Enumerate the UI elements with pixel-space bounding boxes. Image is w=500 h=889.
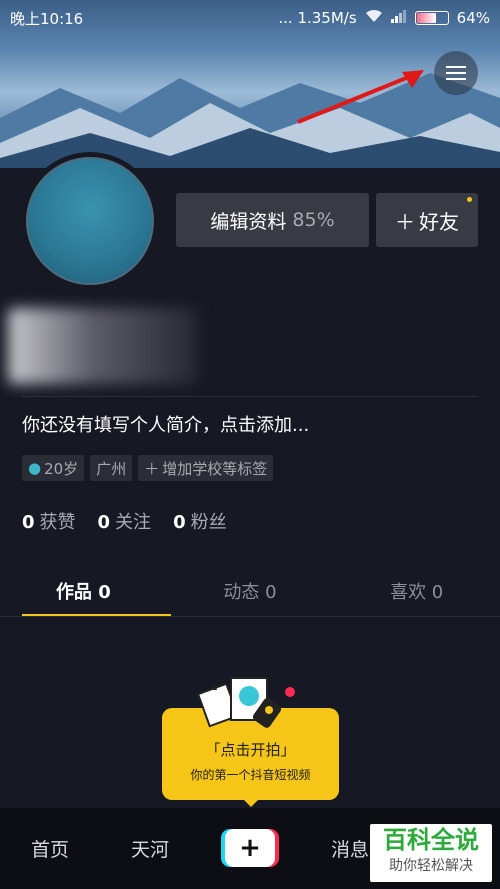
edit-profile-label: 编辑资料 [210,210,287,233]
tag-location-label: 广州 [96,459,127,478]
tag-location[interactable]: 广州 [90,455,133,481]
bio-text[interactable]: 你还没有填写个人简介，点击添加... [22,411,309,437]
shoot-prompt-title: 「点击开拍」 [205,741,296,759]
tab-likes[interactable]: 喜欢 0 [333,566,500,616]
stat-following[interactable]: 0 关注 [98,508,152,534]
profile-stats: 0 获赞 0 关注 0 粉丝 [22,508,227,534]
status-time: 晚上10:16 [10,9,84,28]
notification-dot [467,197,472,202]
nav-home[interactable]: 首页 [0,835,100,862]
menu-button[interactable] [434,51,478,95]
divider [0,616,500,617]
stat-likes-label: 获赞 [39,512,76,533]
content-tabs: 作品 0 动态 0 喜欢 0 [0,566,500,617]
stat-likes-num: 0 [22,512,35,533]
profile-completion: 85% [292,209,335,231]
tab-works[interactable]: 作品 0 [0,566,171,617]
tag-add-school-label: 增加学校等标签 [162,459,268,478]
edit-profile-button[interactable]: 编辑资料 85% [176,193,369,247]
blurred-username [8,308,198,384]
add-friend-button[interactable]: ＋ 好友 [376,193,478,247]
stat-following-label: 关注 [115,512,152,533]
add-friend-label: 好友 [419,209,459,234]
watermark-title: 百科全说 [383,826,479,854]
stat-followers-label: 粉丝 [190,512,227,533]
plus-icon: ＋ [395,209,415,234]
wifi-icon [365,9,383,27]
divider [22,396,478,397]
person-icon: ● [28,459,42,477]
stat-following-num: 0 [97,512,111,533]
camera-sticker-icon [196,677,295,728]
avatar[interactable] [21,152,159,290]
battery-percent: 64% [456,9,490,27]
tab-moments[interactable]: 动态 0 [167,566,334,616]
tag-age-label: 20岁 [44,459,79,478]
stat-followers-num: 0 [173,512,186,533]
nav-tianhe[interactable]: 天河 [100,835,200,862]
status-bar: 晚上10:16 ... 1.35M/s 64% [0,0,500,36]
stat-likes[interactable]: 0 获赞 [22,508,76,534]
profile-tags: ● 20岁 广州 ＋ 增加学校等标签 [22,455,274,481]
stat-followers[interactable]: 0 粉丝 [173,508,227,534]
signal-icon [390,9,407,27]
tag-age[interactable]: ● 20岁 [22,455,85,481]
shoot-prompt-subtitle: 你的第一个抖音短视频 [190,768,311,782]
plus-icon: ＋ [144,459,160,478]
hamburger-icon [446,66,466,80]
watermark-subtitle: 助你轻松解决 [389,858,473,874]
plus-icon: + [225,829,275,867]
network-speed: ... 1.35M/s [278,9,357,27]
create-video-button[interactable]: + [221,829,279,867]
red-arrow-annotation [297,70,424,124]
bubble-tail [242,798,260,807]
watermark-logo: 百科全说 助你轻松解决 [370,824,492,882]
battery-icon [414,11,449,25]
tag-add-school[interactable]: ＋ 增加学校等标签 [138,455,274,481]
